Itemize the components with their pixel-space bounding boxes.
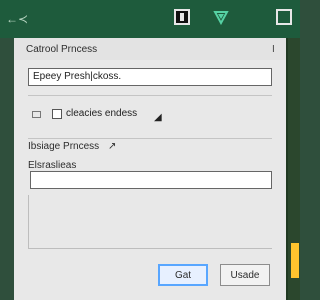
content-area <box>28 195 272 249</box>
dialog-window: Catrool Prncess I Epeey Presh|ckoss. cle… <box>14 38 286 300</box>
divider <box>28 138 272 139</box>
shield-icon-svg <box>213 11 229 26</box>
section-arrow-icon: ↗ <box>108 141 117 152</box>
back-arrow-icon[interactable]: ← <box>6 12 18 26</box>
close-mark[interactable]: I <box>272 44 275 55</box>
dialog-titlebar: Catrool Prncess I <box>14 38 286 60</box>
main-text-input[interactable]: Epeey Presh|ckoss. <box>28 68 272 86</box>
shield-icon[interactable] <box>213 9 229 26</box>
rectangle-icon <box>32 111 41 118</box>
dialog-title: Catrool Prncess <box>26 44 98 55</box>
left-chevron-icon[interactable]: ≺ <box>18 12 28 26</box>
window-icon-bar <box>180 13 184 21</box>
section-input[interactable] <box>30 171 272 189</box>
primary-button[interactable]: Gat <box>158 264 208 286</box>
option-checkbox[interactable] <box>52 109 62 119</box>
section-title: Ibsiage Prncess <box>28 141 100 152</box>
window-icon[interactable] <box>174 9 190 25</box>
option-label: cleacies endess <box>66 108 138 119</box>
cursor-icon: ◢ <box>154 112 162 123</box>
field-label: Elsraslieas <box>28 160 77 171</box>
square-icon[interactable] <box>276 9 292 25</box>
top-bar: ← ≺ <box>0 0 300 38</box>
secondary-button[interactable]: Usade <box>220 264 270 286</box>
divider <box>28 95 272 96</box>
